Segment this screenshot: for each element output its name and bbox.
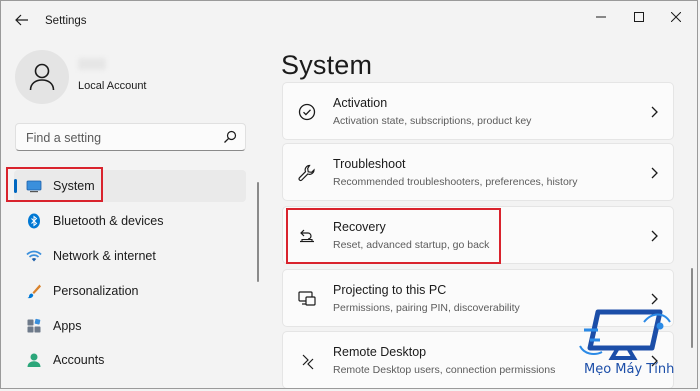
settings-card-troubleshoot[interactable]: Troubleshoot Recommended troubleshooters… — [282, 143, 674, 201]
selection-indicator — [14, 179, 17, 193]
username-redacted — [78, 58, 106, 70]
account-type: Local Account — [78, 80, 147, 92]
check-circle-icon — [298, 103, 316, 121]
bluetooth-icon — [28, 213, 40, 229]
sidebar-item-bluetooth[interactable]: Bluetooth & devices — [14, 205, 246, 237]
person-icon — [27, 353, 41, 367]
sidebar-item-personalization[interactable]: Personalization — [14, 275, 246, 307]
maximize-icon — [634, 12, 644, 22]
sidebar-item-accounts[interactable]: Accounts — [14, 344, 246, 376]
monitor-icon — [26, 180, 42, 193]
watermark-text: Mẹo Máy Tính — [584, 362, 675, 377]
projector-icon — [298, 291, 316, 306]
settings-card-activation[interactable]: Activation Activation state, subscriptio… — [282, 82, 674, 140]
card-title: Projecting to this PC — [333, 283, 447, 297]
window-title: Settings — [45, 15, 87, 27]
search-box[interactable] — [15, 123, 246, 151]
sidebar-item-network[interactable]: Network & internet — [14, 240, 246, 272]
card-title: Activation — [333, 96, 388, 110]
chevron-right-icon — [651, 167, 658, 179]
card-title: Recovery — [333, 220, 386, 234]
paintbrush-icon — [27, 284, 41, 299]
remote-desktop-icon — [302, 354, 314, 370]
sidebar-item-label: Personalization — [53, 284, 139, 298]
sidebar-scrollbar[interactable] — [257, 182, 259, 282]
page-title: System — [281, 50, 373, 80]
settings-card-recovery[interactable]: Recovery Reset, advanced startup, go bac… — [282, 206, 674, 264]
minimize-icon — [596, 16, 606, 18]
sidebar-item-label: Bluetooth & devices — [53, 214, 164, 228]
card-subtitle: Activation state, subscriptions, product… — [333, 115, 532, 127]
maximize-button[interactable] — [623, 6, 655, 28]
sidebar-item-label: Network & internet — [53, 249, 156, 263]
card-title: Remote Desktop — [333, 345, 427, 359]
sidebar-item-label: Apps — [53, 319, 82, 333]
card-subtitle: Reset, advanced startup, go back — [333, 239, 490, 251]
minimize-button[interactable] — [585, 6, 617, 28]
card-subtitle: Recommended troubleshooters, preferences… — [333, 176, 578, 188]
search-icon — [224, 130, 237, 143]
card-subtitle: Permissions, pairing PIN, discoverabilit… — [333, 302, 520, 314]
card-subtitle: Remote Desktop users, connection permiss… — [333, 364, 556, 376]
apps-icon — [27, 318, 41, 333]
search-input[interactable] — [24, 128, 218, 148]
sidebar-item-system[interactable]: System — [14, 170, 246, 202]
wrench-icon — [298, 164, 315, 182]
recovery-icon — [300, 229, 314, 243]
chevron-right-icon — [651, 106, 658, 118]
wifi-icon — [26, 250, 42, 262]
close-icon — [671, 12, 681, 22]
title-bar: Settings — [0, 0, 700, 40]
back-button[interactable] — [10, 8, 34, 32]
person-icon — [29, 63, 55, 91]
card-title: Troubleshoot — [333, 157, 406, 171]
avatar[interactable] — [15, 50, 69, 104]
sidebar-item-apps[interactable]: Apps — [14, 310, 246, 342]
chevron-right-icon — [651, 230, 658, 242]
sidebar-item-label: Accounts — [53, 353, 105, 367]
sidebar-item-label: System — [53, 179, 95, 193]
close-button[interactable] — [660, 6, 692, 28]
arrow-left-icon — [15, 14, 28, 26]
